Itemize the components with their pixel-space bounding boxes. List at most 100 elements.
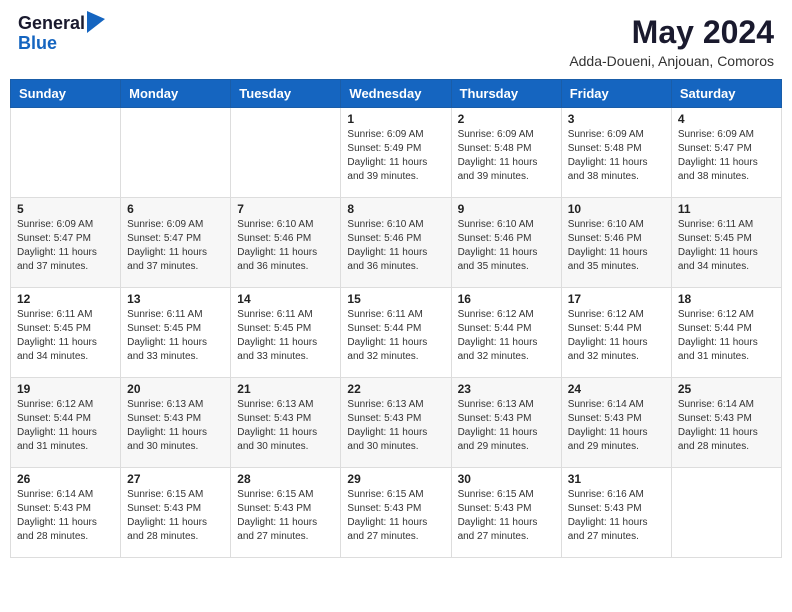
day-number: 29 <box>347 472 444 486</box>
location: Adda-Doueni, Anjouan, Comoros <box>569 53 774 69</box>
day-info: Sunrise: 6:11 AMSunset: 5:45 PMDaylight:… <box>678 218 775 274</box>
day-info: Sunrise: 6:09 AMSunset: 5:47 PMDaylight:… <box>127 218 224 274</box>
day-info: Sunrise: 6:13 AMSunset: 5:43 PMDaylight:… <box>347 398 444 454</box>
day-info: Sunrise: 6:13 AMSunset: 5:43 PMDaylight:… <box>458 398 555 454</box>
day-info: Sunrise: 6:10 AMSunset: 5:46 PMDaylight:… <box>347 218 444 274</box>
day-number: 26 <box>17 472 114 486</box>
day-info: Sunrise: 6:12 AMSunset: 5:44 PMDaylight:… <box>568 308 665 364</box>
calendar-day-30: 30Sunrise: 6:15 AMSunset: 5:43 PMDayligh… <box>451 468 561 558</box>
day-number: 17 <box>568 292 665 306</box>
calendar-day-27: 27 Sunrise: 6:15 AMSunset: 5:43 PMDayligh… <box>121 468 231 558</box>
calendar-day-24: 24 Sunrise: 6:14 AMSunset: 5:43 PMDayligh… <box>561 378 671 468</box>
calendar-week-row: 12 Sunrise: 6:11 AMSunset: 5:45 PMDayligh… <box>11 288 782 378</box>
day-info: Sunrise: 6:11 AMSunset: 5:45 PMDaylight:… <box>17 308 114 364</box>
calendar-day-11: 11 Sunrise: 6:11 AMSunset: 5:45 PMDayligh… <box>671 198 781 288</box>
weekday-header-row: SundayMondayTuesdayWednesdayThursdayFrid… <box>11 80 782 108</box>
calendar-day-8: 8 Sunrise: 6:10 AMSunset: 5:46 PMDaylight… <box>341 198 451 288</box>
day-info: Sunrise: 6:09 AMSunset: 5:49 PMDaylight:… <box>347 128 444 184</box>
calendar-day-1: 1 Sunrise: 6:09 AMSunset: 5:49 PMDaylight… <box>341 108 451 198</box>
day-info: Sunrise: 6:11 AMSunset: 5:45 PMDaylight:… <box>127 308 224 364</box>
calendar-day-21: 21 Sunrise: 6:13 AMSunset: 5:43 PMDayligh… <box>231 378 341 468</box>
day-number: 9 <box>458 202 555 216</box>
day-number: 28 <box>237 472 334 486</box>
calendar-day-2: 2 Sunrise: 6:09 AMSunset: 5:48 PMDaylight… <box>451 108 561 198</box>
calendar-day-3: 3Sunrise: 6:09 AMSunset: 5:48 PMDaylight… <box>561 108 671 198</box>
day-info: Sunrise: 6:10 AMSunset: 5:46 PMDaylight:… <box>458 218 555 274</box>
day-number: 24 <box>568 382 665 396</box>
day-number: 14 <box>237 292 334 306</box>
day-number: 1 <box>347 112 444 126</box>
calendar-day-28: 28 Sunrise: 6:15 AMSunset: 5:43 PMDayligh… <box>231 468 341 558</box>
day-number: 4 <box>678 112 775 126</box>
day-info: Sunrise: 6:14 AMSunset: 5:43 PMDaylight:… <box>678 398 775 454</box>
calendar-day-6: 6 Sunrise: 6:09 AMSunset: 5:47 PMDaylight… <box>121 198 231 288</box>
day-number: 22 <box>347 382 444 396</box>
calendar-day-29: 29Sunrise: 6:15 AMSunset: 5:43 PMDayligh… <box>341 468 451 558</box>
calendar-day-16: 16 Sunrise: 6:12 AMSunset: 5:44 PMDayligh… <box>451 288 561 378</box>
day-info: Sunrise: 6:09 AMSunset: 5:47 PMDaylight:… <box>678 128 775 184</box>
day-info: Sunrise: 6:14 AMSunset: 5:43 PMDaylight:… <box>17 488 114 544</box>
calendar-day-31: 31 Sunrise: 6:16 AMSunset: 5:43 PMDayligh… <box>561 468 671 558</box>
day-info: Sunrise: 6:10 AMSunset: 5:46 PMDaylight:… <box>237 218 334 274</box>
month-year: May 2024 <box>569 14 774 51</box>
weekday-header-sunday: Sunday <box>11 80 121 108</box>
day-info: Sunrise: 6:09 AMSunset: 5:47 PMDaylight:… <box>17 218 114 274</box>
day-number: 27 <box>127 472 224 486</box>
day-number: 8 <box>347 202 444 216</box>
day-number: 13 <box>127 292 224 306</box>
day-number: 21 <box>237 382 334 396</box>
calendar-week-row: 5 Sunrise: 6:09 AMSunset: 5:47 PMDaylight… <box>11 198 782 288</box>
calendar-day-22: 22 Sunrise: 6:13 AMSunset: 5:43 PMDayligh… <box>341 378 451 468</box>
calendar-day-18: 18Sunrise: 6:12 AMSunset: 5:44 PMDayligh… <box>671 288 781 378</box>
calendar-day-23: 23Sunrise: 6:13 AMSunset: 5:43 PMDayligh… <box>451 378 561 468</box>
day-number: 16 <box>458 292 555 306</box>
day-number: 6 <box>127 202 224 216</box>
day-info: Sunrise: 6:09 AMSunset: 5:48 PMDaylight:… <box>458 128 555 184</box>
calendar-day-13: 13 Sunrise: 6:11 AMSunset: 5:45 PMDayligh… <box>121 288 231 378</box>
day-number: 20 <box>127 382 224 396</box>
calendar-day-20: 20 Sunrise: 6:13 AMSunset: 5:43 PMDayligh… <box>121 378 231 468</box>
day-info: Sunrise: 6:14 AMSunset: 5:43 PMDaylight:… <box>568 398 665 454</box>
day-info: Sunrise: 6:15 AMSunset: 5:43 PMDaylight:… <box>237 488 334 544</box>
day-info: Sunrise: 6:15 AMSunset: 5:43 PMDaylight:… <box>127 488 224 544</box>
day-info: Sunrise: 6:11 AMSunset: 5:44 PMDaylight:… <box>347 308 444 364</box>
day-info: Sunrise: 6:10 AMSunset: 5:46 PMDaylight:… <box>568 218 665 274</box>
day-number: 10 <box>568 202 665 216</box>
logo-blue-text: Blue <box>18 34 105 54</box>
day-number: 18 <box>678 292 775 306</box>
day-number: 31 <box>568 472 665 486</box>
calendar-day-12: 12 Sunrise: 6:11 AMSunset: 5:45 PMDayligh… <box>11 288 121 378</box>
day-number: 15 <box>347 292 444 306</box>
calendar-day-14: 14Sunrise: 6:11 AMSunset: 5:45 PMDayligh… <box>231 288 341 378</box>
calendar-day-7: 7Sunrise: 6:10 AMSunset: 5:46 PMDaylight… <box>231 198 341 288</box>
day-number: 2 <box>458 112 555 126</box>
calendar-table: SundayMondayTuesdayWednesdayThursdayFrid… <box>10 79 782 558</box>
calendar-week-row: 26 Sunrise: 6:14 AMSunset: 5:43 PMDayligh… <box>11 468 782 558</box>
logo: General Blue <box>18 14 105 54</box>
calendar-day-26: 26 Sunrise: 6:14 AMSunset: 5:43 PMDayligh… <box>11 468 121 558</box>
weekday-header-monday: Monday <box>121 80 231 108</box>
day-info: Sunrise: 6:13 AMSunset: 5:43 PMDaylight:… <box>237 398 334 454</box>
day-info: Sunrise: 6:12 AMSunset: 5:44 PMDaylight:… <box>458 308 555 364</box>
day-number: 25 <box>678 382 775 396</box>
weekday-header-tuesday: Tuesday <box>231 80 341 108</box>
calendar-week-row: 19 Sunrise: 6:12 AMSunset: 5:44 PMDayligh… <box>11 378 782 468</box>
day-info: Sunrise: 6:09 AMSunset: 5:48 PMDaylight:… <box>568 128 665 184</box>
calendar-empty-cell <box>231 108 341 198</box>
weekday-header-saturday: Saturday <box>671 80 781 108</box>
day-info: Sunrise: 6:12 AMSunset: 5:44 PMDaylight:… <box>17 398 114 454</box>
weekday-header-wednesday: Wednesday <box>341 80 451 108</box>
calendar-day-19: 19 Sunrise: 6:12 AMSunset: 5:44 PMDayligh… <box>11 378 121 468</box>
weekday-header-thursday: Thursday <box>451 80 561 108</box>
day-number: 11 <box>678 202 775 216</box>
calendar-day-4: 4 Sunrise: 6:09 AMSunset: 5:47 PMDaylight… <box>671 108 781 198</box>
calendar-empty-cell <box>121 108 231 198</box>
day-number: 12 <box>17 292 114 306</box>
calendar-day-15: 15 Sunrise: 6:11 AMSunset: 5:44 PMDayligh… <box>341 288 451 378</box>
calendar-week-row: 1 Sunrise: 6:09 AMSunset: 5:49 PMDaylight… <box>11 108 782 198</box>
logo-icon <box>87 11 105 33</box>
day-number: 5 <box>17 202 114 216</box>
day-number: 19 <box>17 382 114 396</box>
day-info: Sunrise: 6:13 AMSunset: 5:43 PMDaylight:… <box>127 398 224 454</box>
day-info: Sunrise: 6:16 AMSunset: 5:43 PMDaylight:… <box>568 488 665 544</box>
